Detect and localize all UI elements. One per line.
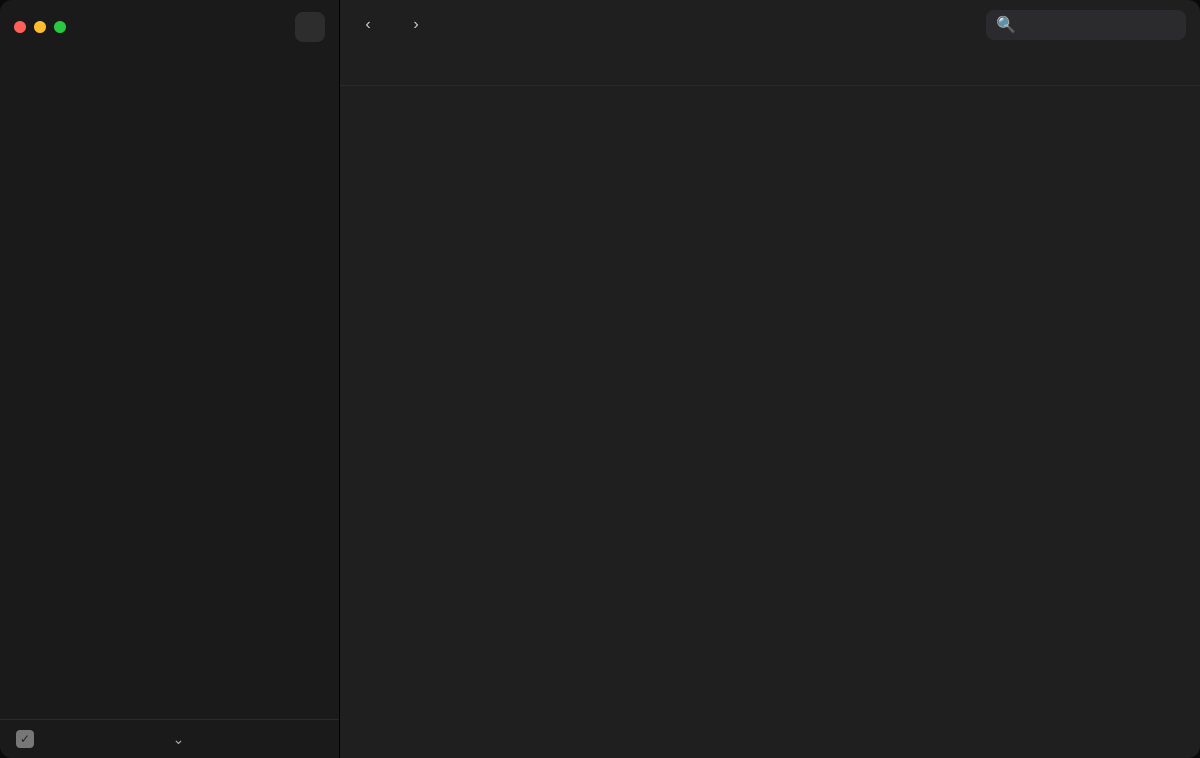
search-field[interactable]: 🔍 [986, 10, 1186, 40]
main-panel: ‹ › 🔍 [340, 0, 1200, 758]
calendar-checkbox[interactable]: ✓ [16, 730, 34, 748]
chevron-down-icon: ⌄ [173, 731, 185, 747]
sidebar: ✓ ⌄ [0, 0, 340, 758]
add-event-button[interactable] [295, 12, 325, 42]
week-grid[interactable] [340, 86, 1200, 758]
window-controls [14, 21, 66, 33]
search-icon: 🔍 [996, 15, 1016, 35]
my-calendars-dropdown[interactable]: ⌄ [173, 731, 185, 748]
allday-row [340, 50, 1200, 86]
toolbar: ‹ › 🔍 [340, 0, 1200, 50]
mini-calendar [0, 66, 339, 76]
search-input[interactable] [1022, 17, 1200, 33]
close-icon[interactable] [14, 21, 26, 33]
prev-week-button[interactable]: ‹ [354, 11, 382, 39]
minimize-icon[interactable] [34, 21, 46, 33]
maximize-icon[interactable] [54, 21, 66, 33]
agenda-list[interactable] [0, 76, 339, 719]
next-week-button[interactable]: › [402, 11, 430, 39]
